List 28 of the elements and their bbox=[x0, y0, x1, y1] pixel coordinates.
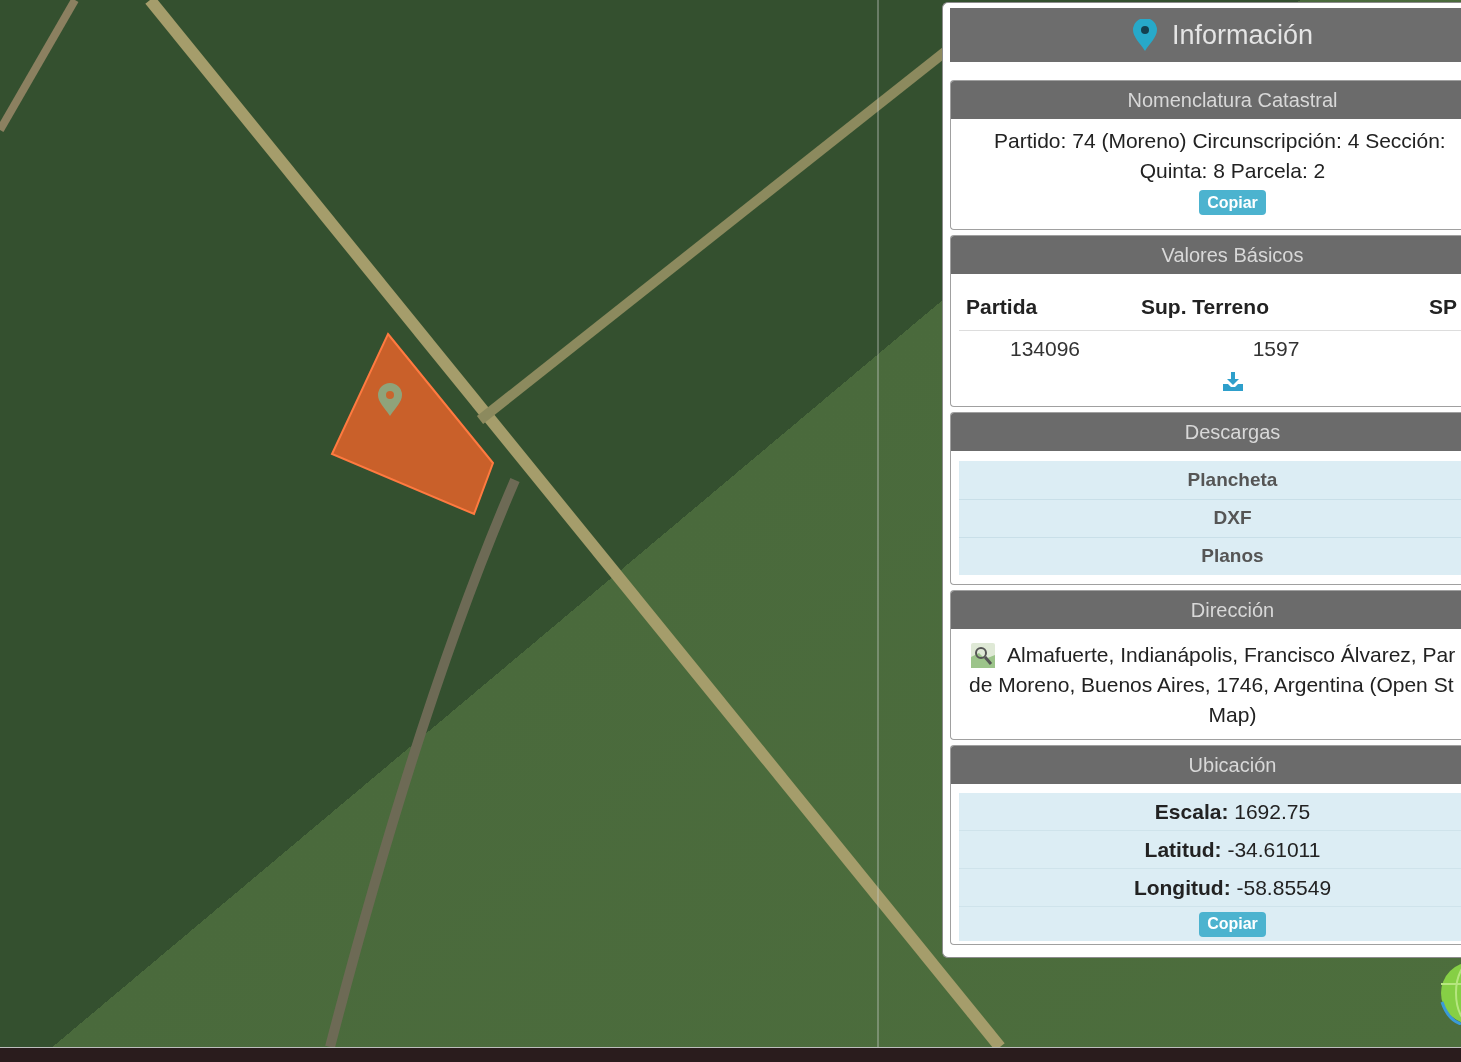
download-link[interactable]: Plancheta bbox=[959, 461, 1461, 499]
globe-icon bbox=[1440, 962, 1461, 1025]
cadastral-text: Partido: 74 (Moreno) Circunscripción: 4 Sección: bbox=[994, 128, 1446, 154]
panel-title: Información bbox=[1171, 21, 1314, 49]
address-text: Almafuerte, Indianápolis, Francisco Álvarez, Par bbox=[1007, 642, 1456, 668]
table-cell-text: 134096 bbox=[1009, 336, 1081, 363]
map-search-icon bbox=[971, 642, 995, 668]
column-header: SP bbox=[1429, 294, 1457, 321]
column-header: Sup. Terreno bbox=[1141, 294, 1269, 321]
section-header: Dirección bbox=[951, 591, 1461, 629]
section-header: Valores Básicos bbox=[951, 236, 1461, 274]
parcel-highlight[interactable] bbox=[330, 332, 495, 516]
cadastral-text: Quinta: 8 Parcela: 2 bbox=[1139, 158, 1326, 184]
column-header: Partida bbox=[966, 294, 1038, 321]
table-cell-text: 1597 bbox=[1252, 336, 1300, 363]
section-header: Descargas bbox=[951, 413, 1461, 451]
section-header: Nomenclatura Catastral bbox=[951, 81, 1461, 119]
location-row: Longitud: -58.85549 bbox=[959, 869, 1461, 907]
location-pin-icon bbox=[1132, 19, 1157, 51]
location-row: Latitud: -34.61011 bbox=[959, 831, 1461, 869]
section-header: Ubicación bbox=[951, 746, 1461, 784]
address-text: de Moreno, Buenos Aires, 1746, Argentina (Open St bbox=[969, 672, 1454, 698]
location-row: Escala: 1692.75 bbox=[959, 793, 1461, 831]
download-icon[interactable] bbox=[1222, 372, 1243, 391]
map-pin-icon[interactable] bbox=[378, 383, 402, 416]
address-text: Map) bbox=[1208, 702, 1257, 728]
download-link[interactable]: Planos bbox=[959, 537, 1461, 575]
download-link[interactable]: DXF bbox=[959, 499, 1461, 537]
